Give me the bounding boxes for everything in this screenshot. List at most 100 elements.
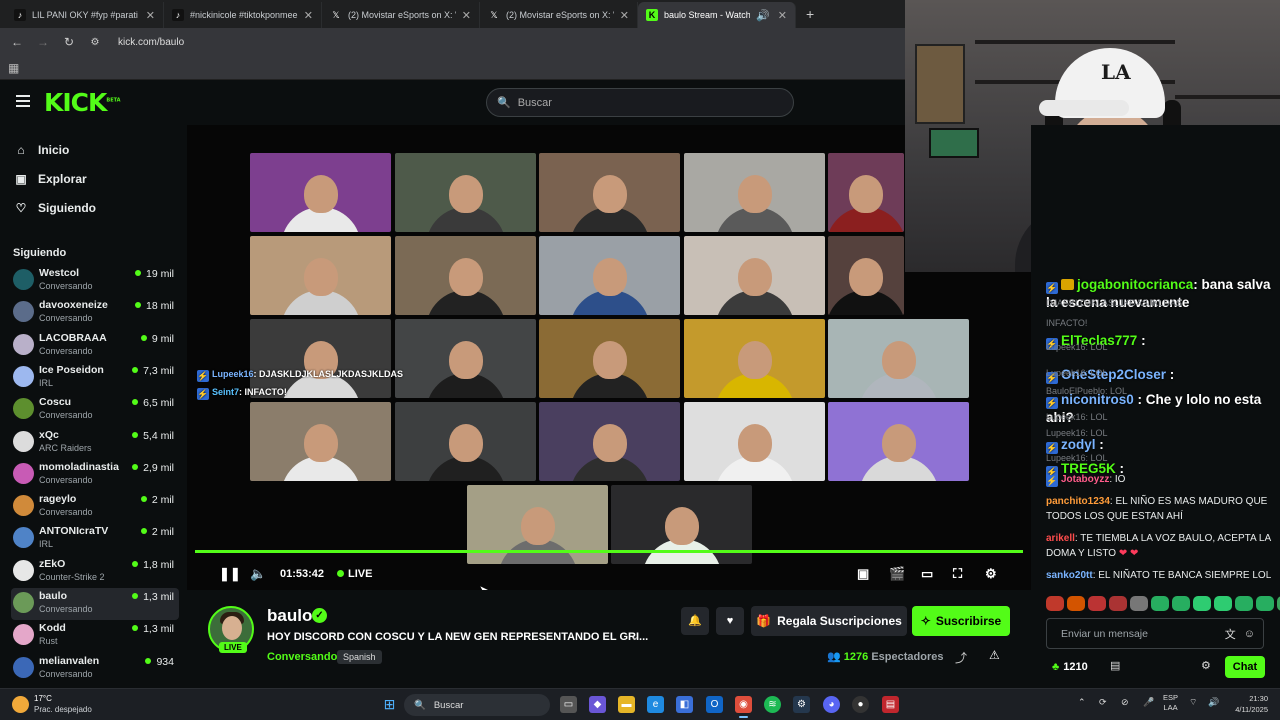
channel-points[interactable]: ♣ 1210 [1052,661,1088,673]
close-icon[interactable]: ✕ [304,9,313,22]
nav-item-explorar[interactable]: ▣ Explorar [14,164,187,193]
wifi-icon[interactable]: ⌔ [1189,697,1197,708]
discord-icon[interactable]: ◕ [823,696,840,713]
settings-icon[interactable]: ⚙ [985,566,997,582]
fullscreen-icon[interactable]: ⛶ [953,566,962,582]
following-channel[interactable]: Ice Poseidon IRL 7,3 mil [11,362,179,394]
forward-icon[interactable]: → [36,35,50,49]
clock[interactable]: 21:30 4/11/2025 [1230,693,1268,715]
following-channel[interactable]: davooxeneize Conversando 18 mil [11,297,179,329]
emote-icon[interactable] [1172,596,1190,611]
following-channel[interactable]: melianvalen Conversando 934 [11,653,179,685]
following-channel[interactable]: xQc ARC Raiders 5,4 mil [11,427,179,459]
browser-tab[interactable]: ♪ #nickinicole #tiktokponmee ✕ [164,2,322,28]
language-tag[interactable]: Spanish [337,650,382,664]
new-tab-button[interactable]: + [796,6,824,28]
following-channel[interactable]: momoladinastia Conversando 2,9 mil [11,459,179,491]
share-icon[interactable]: ⤴ [955,649,967,666]
theater-mode-icon[interactable]: ▭ [921,566,933,582]
emoji-icon[interactable]: ☺ [1244,628,1255,640]
gift-subs-button[interactable]: 🎁 Regala Suscripciones [751,606,907,636]
chat-username[interactable]: zodyl [1061,437,1096,452]
chat-input[interactable] [1061,627,1217,640]
browser-tab[interactable]: 𝕏 (2) Movistar eSports on X: " ✕ [322,2,480,28]
chat-username[interactable]: sanko20tt [1046,570,1093,581]
progress-bar[interactable] [195,550,1023,553]
following-channel[interactable]: Westcol Conversando 19 mil [11,265,179,297]
following-channel[interactable]: rageylo Conversando 2 mil [11,491,179,523]
apps-grid-icon[interactable]: ▦ [8,61,19,75]
following-channel[interactable]: baulo Conversando 1,3 mil [11,588,179,620]
chat-send-button[interactable]: Chat [1225,656,1265,678]
following-channel[interactable]: zEkO Counter-Strike 2 1,8 mil [11,556,179,588]
emote-icon[interactable] [1109,596,1127,611]
follow-button[interactable]: ♥ [716,607,744,635]
stream-category[interactable]: Conversando [267,651,337,663]
menu-icon[interactable] [16,95,30,110]
emote-icon[interactable] [1214,596,1232,611]
emote-icon[interactable] [1193,596,1211,611]
following-channel[interactable]: LACOBRAAA Conversando 9 mil [11,330,179,362]
windows-start-icon[interactable]: ⊞ [381,696,398,713]
steam-icon[interactable]: ⚙ [793,696,810,713]
tray-app-icon[interactable]: ⟳ [1099,697,1107,708]
copilot-icon[interactable]: ◆ [589,696,606,713]
tray-app-icon[interactable]: ⊘ [1121,697,1129,708]
clip-icon[interactable]: 🎬 [889,566,905,582]
volume-icon[interactable]: 🔈 [250,566,266,582]
emote-icon[interactable] [1088,596,1106,611]
reload-icon[interactable]: ↻ [62,35,76,49]
spotify-icon[interactable]: ≋ [764,696,781,713]
taskbar-search[interactable]: 🔍 Buscar [404,694,550,716]
volume-icon[interactable]: 🔊 [1208,697,1219,708]
notification-bell-button[interactable]: 🔔 [681,607,709,635]
close-icon[interactable]: ✕ [462,9,471,22]
chat-settings-icon[interactable]: ⚙ [1201,659,1211,672]
browser-tab[interactable]: ♪ LIL PANI OKY #fyp #parati #oky ✕ [6,2,164,28]
miniplayer-icon[interactable]: ▣ [857,566,869,582]
obs-icon[interactable]: ● [852,696,869,713]
search-box[interactable]: 🔍 [486,88,794,117]
speaker-icon[interactable]: 🔊 [756,9,770,22]
outlook-icon[interactable]: O [706,696,723,713]
url-text[interactable]: kick.com/baulo [118,37,184,48]
nav-item-siguiendo[interactable]: ♡ Siguiendo [14,193,187,222]
emote-icon[interactable] [1130,596,1148,611]
emote-icon[interactable] [1235,596,1253,611]
following-channel[interactable]: Coscu Conversando 6,5 mil [11,394,179,426]
language-indicator[interactable]: ESP LAA [1163,693,1178,713]
tray-chevron-icon[interactable]: ⌃ [1078,697,1086,708]
following-channel[interactable]: Kodd Rust 1,3 mil [11,620,179,652]
emote-icon[interactable] [1256,596,1274,611]
kick-logo[interactable]: KICKBETA [44,88,121,117]
task-view-icon[interactable]: ▭ [560,696,577,713]
translate-icon[interactable]: 文 [1225,626,1236,642]
report-icon[interactable]: ⚠ [989,648,1000,662]
chrome-icon[interactable]: ◉ [735,696,752,718]
emote-icon[interactable] [1067,596,1085,611]
app-icon[interactable]: ▤ [882,696,899,713]
store-icon[interactable]: ▤ [1110,659,1120,672]
following-channel[interactable]: ANTONIcraTV IRL 2 mil [11,523,179,555]
edge-icon[interactable]: e [647,696,664,713]
chat-input-box[interactable]: 文 ☺ [1046,618,1264,649]
emote-icon[interactable] [1046,596,1064,611]
browser-tab[interactable]: 𝕏 (2) Movistar eSports on X: " ✕ [480,2,638,28]
chat-username[interactable]: arikell [1046,533,1075,544]
subscribe-button[interactable]: ✧ Suscribirse [912,606,1010,636]
nav-item-inicio[interactable]: ⌂ Inicio [14,135,187,164]
search-input[interactable] [517,96,778,109]
chevron-down-icon[interactable]: ⌄ [630,630,639,643]
back-icon[interactable]: ← [10,35,24,49]
pause-icon[interactable]: ❚❚ [219,566,241,582]
streamer-name[interactable]: baulo [267,606,312,626]
chat-username[interactable]: panchito1234 [1046,496,1110,507]
close-icon[interactable]: ✕ [146,9,155,22]
chat-username[interactable]: jogabonitocrianca [1077,277,1193,292]
browser-tab-active[interactable]: Kbaulo Stream - Watch Live 🔊 ✕ [638,2,796,28]
emote-icon[interactable] [1151,596,1169,611]
chat-username[interactable]: Jotaboyzz [1061,474,1109,485]
microphone-icon[interactable]: 🎤 [1143,697,1154,708]
store-icon[interactable]: ◧ [676,696,693,713]
site-info-icon[interactable]: ⚙ [88,37,102,48]
